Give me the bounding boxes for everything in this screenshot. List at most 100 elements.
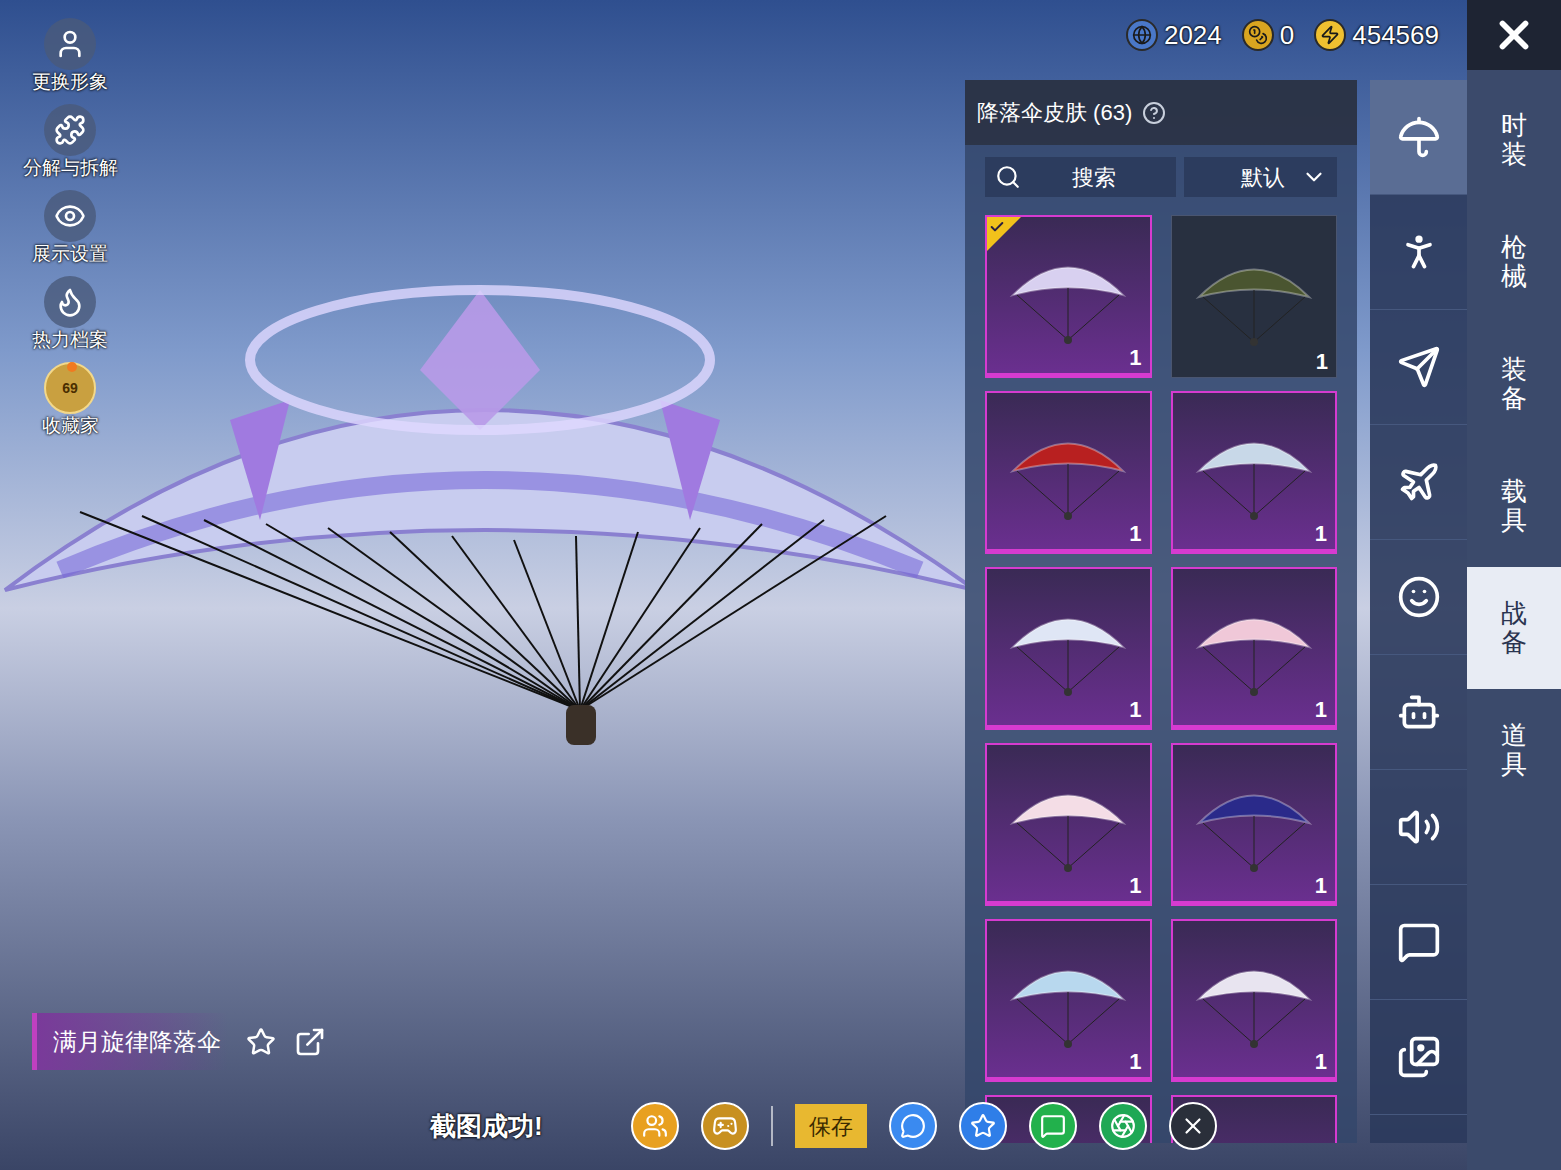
category-icon bbox=[1397, 1035, 1441, 1079]
share-target[interactable] bbox=[1029, 1102, 1077, 1150]
skin-item[interactable]: 1 bbox=[1171, 567, 1338, 730]
menu-icon bbox=[54, 114, 86, 146]
parachute-icon bbox=[1189, 944, 1319, 1054]
save-button[interactable]: 保存 bbox=[795, 1104, 867, 1148]
parachute-icon bbox=[1003, 240, 1133, 350]
level-badge: 69 bbox=[62, 378, 78, 399]
tab[interactable]: 装备 bbox=[1467, 323, 1561, 445]
share-target[interactable] bbox=[889, 1102, 937, 1150]
currency-icon bbox=[1320, 25, 1340, 45]
share-target[interactable] bbox=[1099, 1102, 1147, 1150]
skin-item[interactable]: 1 bbox=[1171, 391, 1338, 554]
category-icon bbox=[1397, 345, 1441, 389]
left-menu-item[interactable]: 分解与拆解 bbox=[23, 104, 118, 182]
menu-icon bbox=[54, 28, 86, 60]
tab[interactable]: 道具 bbox=[1467, 689, 1561, 811]
item-count: 1 bbox=[1129, 875, 1141, 897]
category-icon bbox=[1397, 805, 1441, 849]
parachute-preview-icon bbox=[0, 270, 965, 770]
divider bbox=[771, 1106, 773, 1146]
skin-item[interactable]: 1 bbox=[1171, 215, 1338, 378]
favorite-icon[interactable] bbox=[246, 1027, 276, 1057]
left-menu: 更换形象分解与拆解展示设置热力档案 69收藏家 bbox=[0, 0, 140, 440]
tab[interactable]: 战备 bbox=[1467, 567, 1561, 689]
currency: 2024 bbox=[1126, 16, 1222, 55]
category-item[interactable] bbox=[1370, 770, 1467, 885]
tab-bar: 时装枪械装备载具战备道具 bbox=[1467, 0, 1561, 1170]
search-icon bbox=[995, 164, 1021, 190]
close-button[interactable] bbox=[1467, 0, 1561, 70]
share-target-icon bbox=[1180, 1113, 1206, 1139]
share-target[interactable] bbox=[631, 1102, 679, 1150]
category-icon bbox=[1397, 115, 1441, 159]
category-bar bbox=[1370, 80, 1467, 1143]
menu-icon bbox=[54, 200, 86, 232]
category-item[interactable] bbox=[1370, 540, 1467, 655]
help-icon[interactable] bbox=[1142, 101, 1166, 125]
currency: 454569 bbox=[1314, 16, 1439, 55]
chevron-icon bbox=[1301, 164, 1327, 190]
skin-item[interactable]: 1 bbox=[985, 215, 1152, 378]
category-item[interactable] bbox=[1370, 195, 1467, 310]
parachute-icon bbox=[1003, 944, 1133, 1054]
parachute-icon bbox=[1189, 592, 1319, 702]
share-target-icon bbox=[900, 1113, 926, 1139]
left-menu-item[interactable]: 展示设置 bbox=[32, 190, 108, 268]
share-target-icon bbox=[642, 1113, 668, 1139]
category-item[interactable] bbox=[1370, 885, 1467, 1000]
currency-icon bbox=[1132, 25, 1152, 45]
parachute-icon bbox=[1189, 242, 1319, 352]
toast: 截图成功! bbox=[430, 1107, 543, 1146]
menu-icon bbox=[54, 286, 86, 318]
skin-item[interactable]: 1 bbox=[985, 743, 1152, 906]
item-count: 1 bbox=[1129, 523, 1141, 545]
scene: 更换形象分解与拆解展示设置热力档案 69收藏家满月旋律降落伞 bbox=[0, 0, 965, 1170]
share-icon[interactable] bbox=[294, 1026, 326, 1058]
item-count: 1 bbox=[1315, 1051, 1327, 1073]
skin-item[interactable]: 1 bbox=[985, 567, 1152, 730]
category-icon bbox=[1397, 690, 1441, 734]
screenshot-bar: 截图成功! 保存 bbox=[430, 1102, 1217, 1150]
category-icon bbox=[1397, 460, 1441, 504]
item-count: 1 bbox=[1315, 699, 1327, 721]
category-item[interactable] bbox=[1370, 310, 1467, 425]
check-icon bbox=[989, 219, 1005, 235]
left-menu-item[interactable]: 69收藏家 bbox=[42, 362, 99, 440]
panel-header: 降落伞皮肤 (63) bbox=[965, 80, 1357, 145]
item-name-bar: 满月旋律降落伞 bbox=[32, 1013, 965, 1070]
skin-item[interactable]: 1 bbox=[1171, 919, 1338, 1082]
close-icon bbox=[1491, 12, 1537, 58]
notification-dot bbox=[67, 362, 77, 372]
skin-item[interactable]: 1 bbox=[985, 919, 1152, 1082]
skin-item[interactable]: 1 bbox=[1171, 743, 1338, 906]
parachute-icon bbox=[1189, 416, 1319, 526]
search-field[interactable]: 搜索 bbox=[985, 157, 1176, 197]
currency-bar: 20240454569 bbox=[965, 0, 1467, 70]
category-item[interactable] bbox=[1370, 80, 1467, 195]
category-item[interactable] bbox=[1370, 425, 1467, 540]
category-icon bbox=[1397, 230, 1441, 274]
share-target[interactable] bbox=[959, 1102, 1007, 1150]
parachute-icon bbox=[1003, 416, 1133, 526]
share-target[interactable] bbox=[701, 1102, 749, 1150]
skin-item[interactable]: 1 bbox=[985, 391, 1152, 554]
share-target[interactable] bbox=[1169, 1102, 1217, 1150]
item-count: 1 bbox=[1315, 875, 1327, 897]
parachute-icon bbox=[1189, 768, 1319, 878]
category-item[interactable] bbox=[1370, 1000, 1467, 1115]
item-count: 1 bbox=[1129, 347, 1141, 369]
left-menu-item[interactable]: 更换形象 bbox=[32, 18, 108, 96]
category-item[interactable] bbox=[1370, 655, 1467, 770]
tab[interactable]: 枪械 bbox=[1467, 201, 1561, 323]
tab[interactable]: 时装 bbox=[1467, 79, 1561, 201]
skin-panel: 降落伞皮肤 (63) 搜索默认 1 1 1 1 1 1 1 1 1 1 bbox=[965, 80, 1357, 1143]
skin-grid: 1 1 1 1 1 1 1 1 1 1 bbox=[985, 215, 1337, 1143]
item-count: 1 bbox=[1315, 523, 1327, 545]
left-menu-item[interactable]: 热力档案 bbox=[32, 276, 108, 354]
item-count: 1 bbox=[1129, 699, 1141, 721]
tab[interactable]: 载具 bbox=[1467, 445, 1561, 567]
item-count: 1 bbox=[1316, 351, 1328, 373]
share-target-icon bbox=[1110, 1113, 1136, 1139]
sort-dropdown[interactable]: 默认 bbox=[1184, 157, 1337, 197]
share-target-icon bbox=[712, 1113, 738, 1139]
